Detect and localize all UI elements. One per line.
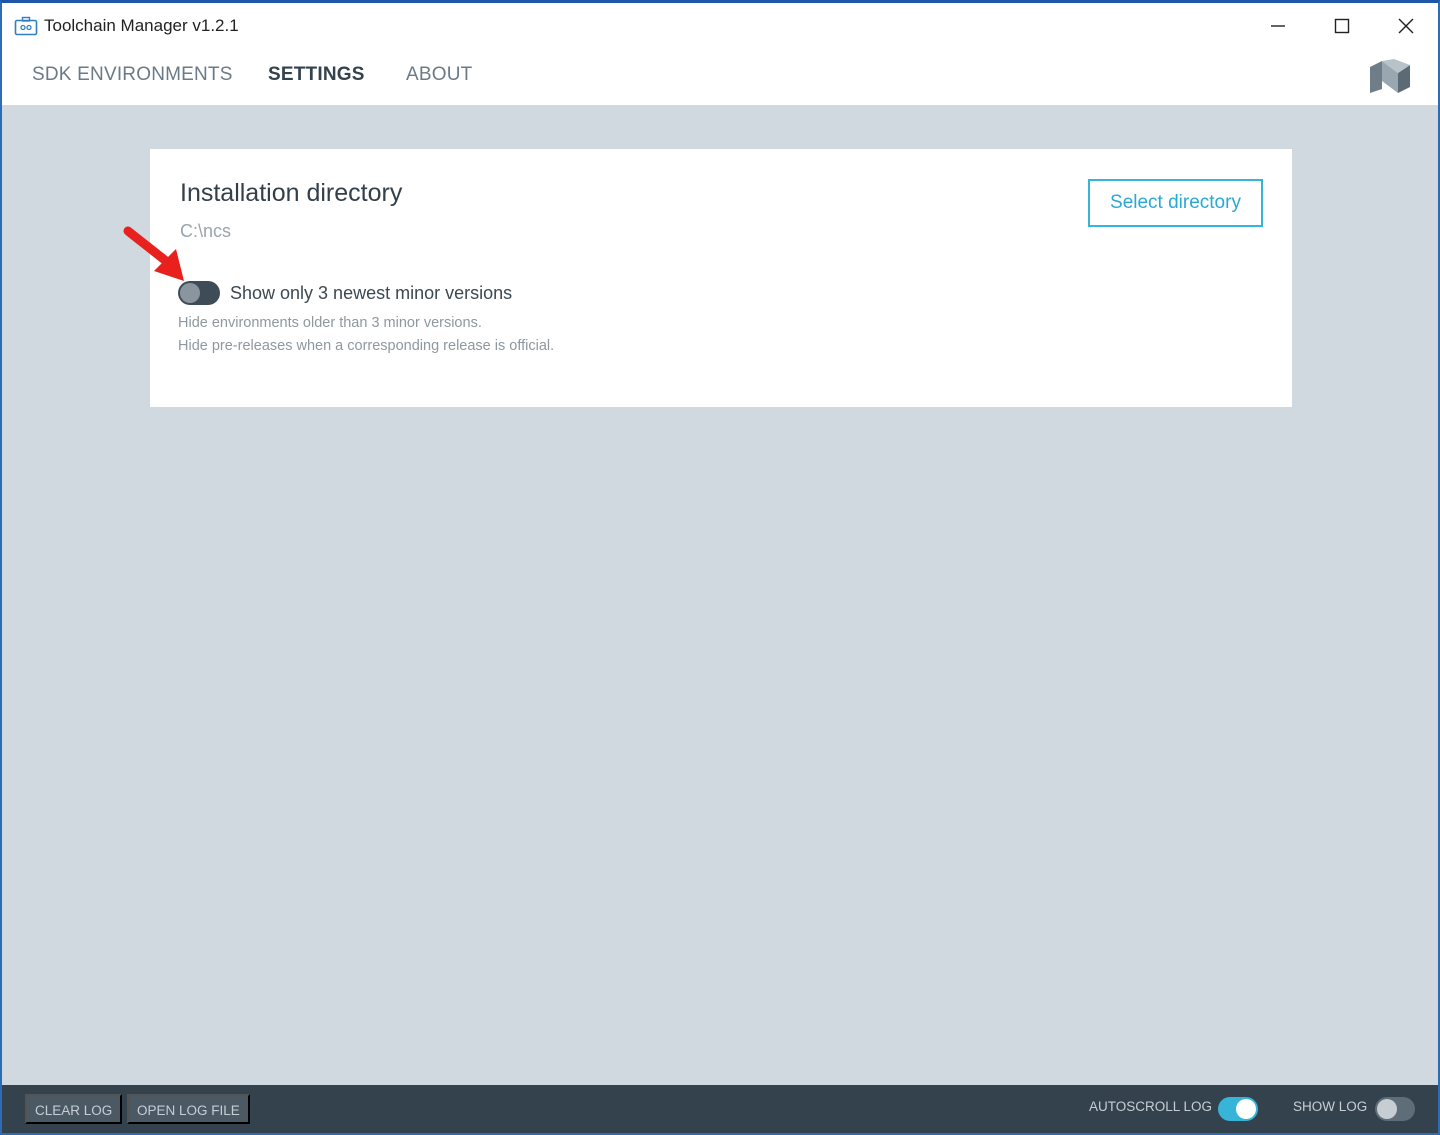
- log-footer-bar: CLEAR LOG OPEN LOG FILE AUTOSCROLL LOG S…: [2, 1085, 1438, 1133]
- autoscroll-log-label: AUTOSCROLL LOG: [1089, 1099, 1213, 1114]
- close-icon: [1398, 18, 1414, 34]
- select-directory-button[interactable]: Select directory: [1088, 179, 1263, 227]
- hint-pre-releases: Hide pre-releases when a corresponding r…: [178, 338, 555, 354]
- newest-versions-setting: Show only 3 newest minor versions: [178, 279, 512, 307]
- show-log-toggle[interactable]: [1375, 1097, 1415, 1121]
- open-log-file-button[interactable]: OPEN LOG FILE: [127, 1094, 250, 1124]
- tab-about[interactable]: ABOUT: [406, 49, 472, 105]
- title-bar: Toolchain Manager v1.2.1: [2, 3, 1438, 49]
- close-button[interactable]: [1374, 3, 1438, 49]
- show-log-label: SHOW LOG: [1293, 1099, 1368, 1114]
- maximize-button[interactable]: [1310, 3, 1374, 49]
- tab-sdk-environments[interactable]: SDK ENVIRONMENTS: [32, 49, 233, 105]
- autoscroll-log-toggle[interactable]: [1218, 1097, 1258, 1121]
- maximize-icon: [1334, 18, 1350, 34]
- clear-log-button[interactable]: CLEAR LOG: [25, 1094, 123, 1124]
- toolbox-icon: [14, 16, 38, 36]
- toggle-knob: [1377, 1099, 1397, 1119]
- window-controls: [1246, 3, 1438, 49]
- minimize-icon: [1271, 25, 1285, 27]
- installation-directory-title: Installation directory: [180, 179, 403, 207]
- app-window: Toolchain Manager v1.2.1 SDK ENVIRONMENT…: [0, 0, 1440, 1135]
- toggle-knob: [1236, 1099, 1256, 1119]
- window-title: Toolchain Manager v1.2.1: [44, 16, 239, 35]
- newest-versions-label: Show only 3 newest minor versions: [230, 282, 513, 303]
- tab-settings[interactable]: SETTINGS: [268, 49, 365, 105]
- minimize-button[interactable]: [1246, 3, 1310, 49]
- nordic-logo-icon: [1370, 59, 1410, 93]
- hint-older-versions: Hide environments older than 3 minor ver…: [178, 315, 482, 331]
- nav-bar: SDK ENVIRONMENTS SETTINGS ABOUT: [2, 49, 1438, 105]
- installation-settings-card: Installation directory C:\ncs Select dir…: [150, 149, 1292, 407]
- red-arrow-annotation-icon: [123, 226, 184, 281]
